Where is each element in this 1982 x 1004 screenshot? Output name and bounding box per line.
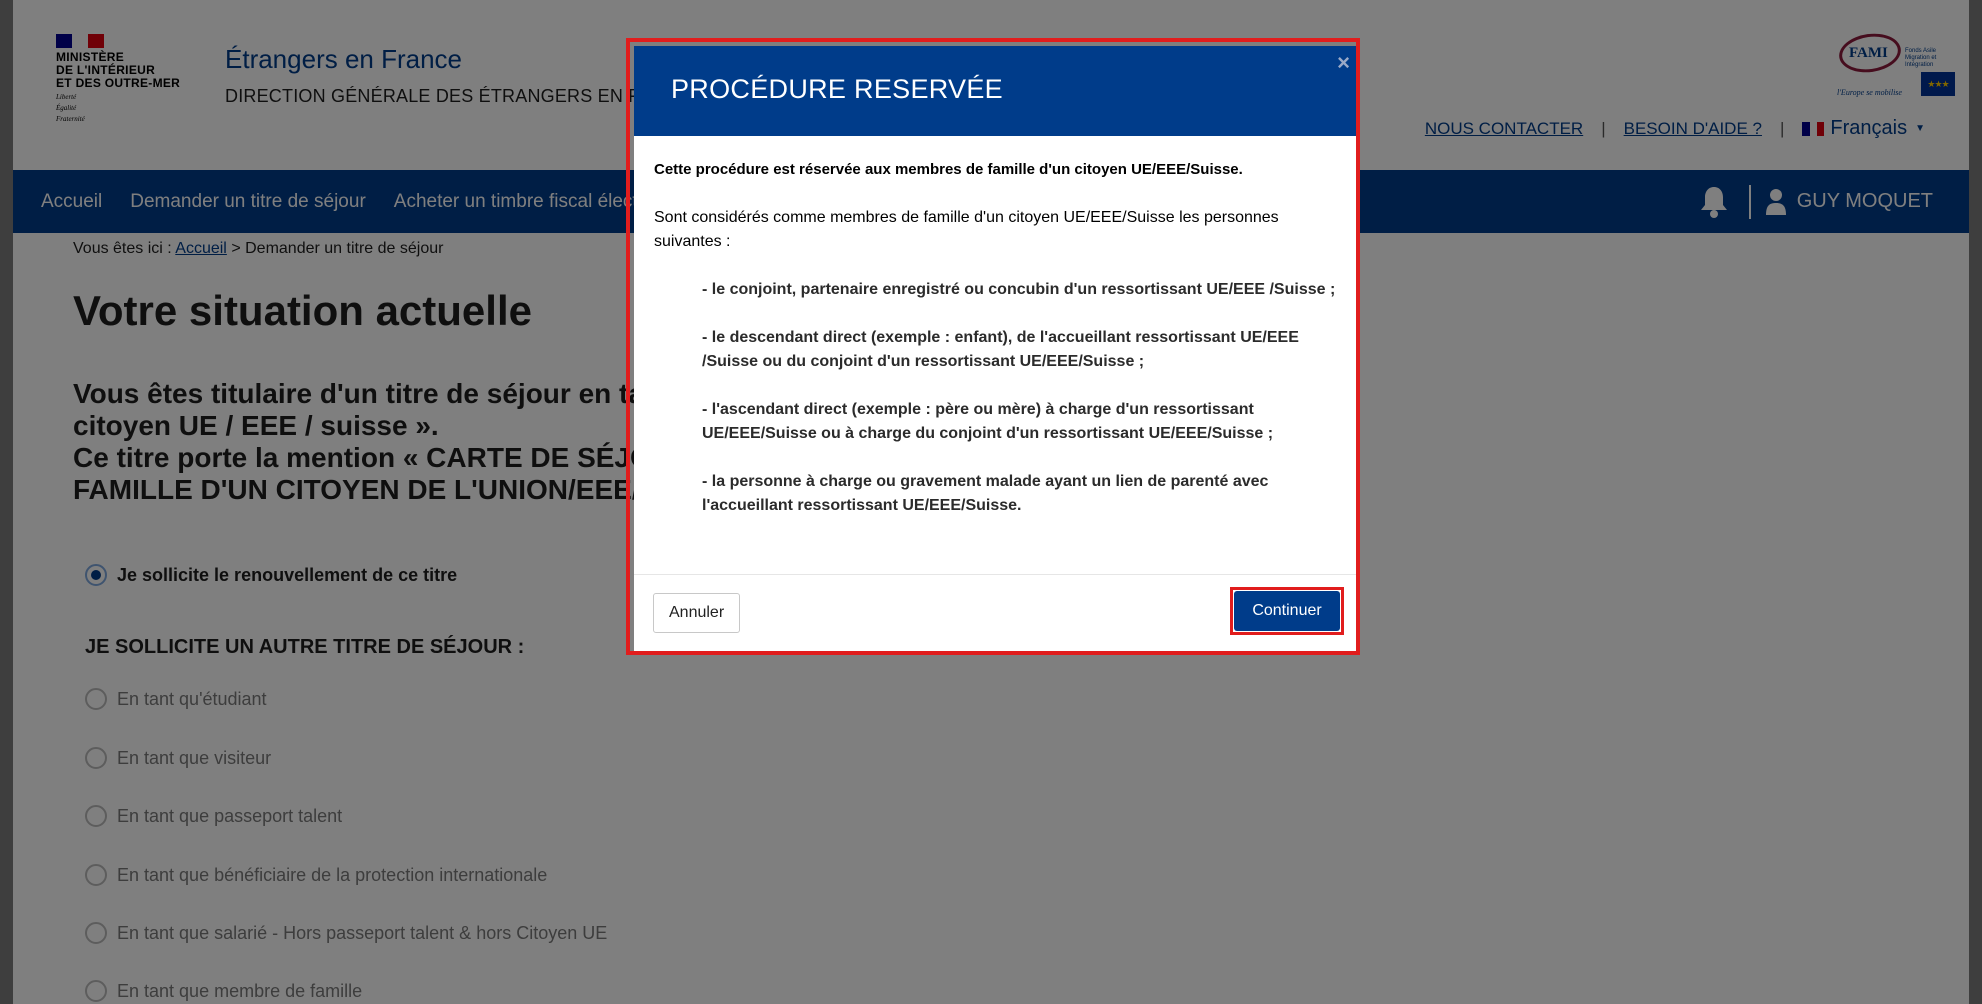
modal-header: PROCÉDURE RESERVÉE × [634,46,1356,136]
modal-list-item: - l'ascendant direct (exemple : père ou … [702,401,1274,442]
close-icon[interactable]: × [1337,50,1350,76]
modal-list-item: - la personne à charge ou gravement mala… [702,473,1269,514]
modal-intro: Cette procédure est réservée aux membres… [654,161,1243,178]
modal-paragraph: Sont considérés comme membres de famille… [654,209,1279,250]
modal-list-item: - le descendant direct (exemple : enfant… [702,329,1299,370]
reserved-procedure-modal: PROCÉDURE RESERVÉE × Cette procédure est… [634,46,1356,651]
modal-title: PROCÉDURE RESERVÉE [671,74,1003,104]
modal-footer: Annuler Continuer [634,574,1356,651]
continue-button[interactable]: Continuer [1234,591,1340,631]
cancel-button[interactable]: Annuler [653,593,741,633]
modal-list-item: - le conjoint, partenaire enregistré ou … [702,281,1336,298]
modal-body: Cette procédure est réservée aux membres… [634,136,1356,518]
